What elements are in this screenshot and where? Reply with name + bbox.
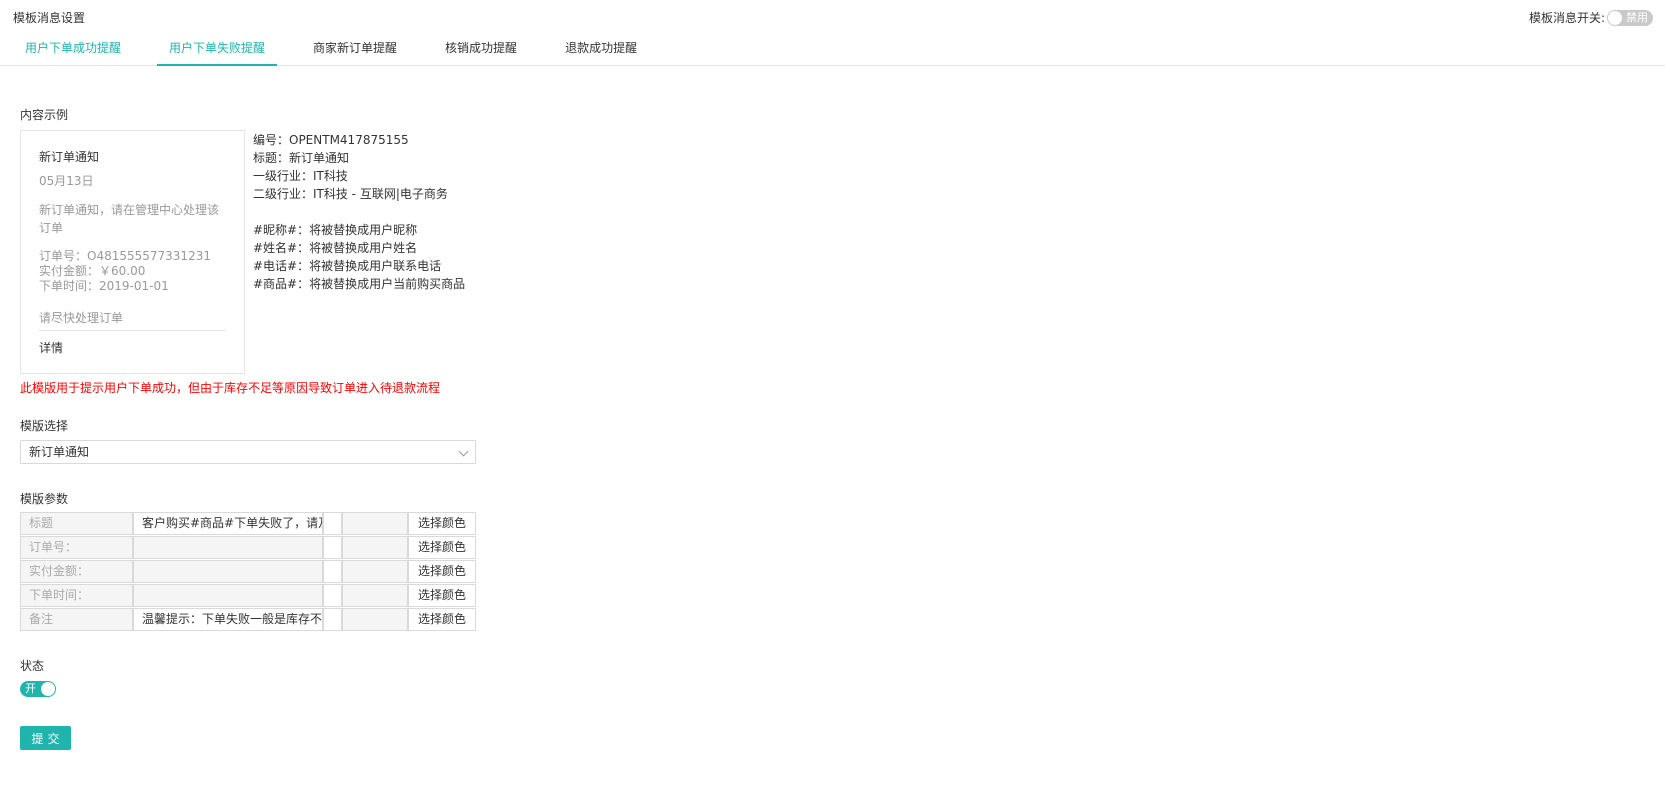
status-label: 状态 — [20, 659, 45, 673]
color-hex-input[interactable] — [342, 584, 408, 607]
card-order-no: 订单号：O481555577331231 — [39, 249, 211, 263]
status-toggle[interactable]: 开 — [20, 681, 56, 697]
param-key: 实付金额： — [20, 560, 133, 583]
pick-color-button[interactable]: 选择颜色 — [408, 584, 476, 607]
submit-button[interactable]: 提交 — [20, 726, 71, 750]
color-hex-input[interactable] — [342, 536, 408, 559]
card-title: 新订单通知 — [39, 150, 100, 164]
color-hex-input[interactable] — [342, 560, 408, 583]
color-swatch[interactable] — [323, 536, 342, 559]
color-swatch[interactable] — [323, 560, 342, 583]
param-key: 标题 — [20, 512, 133, 535]
pick-color-button[interactable]: 选择颜色 — [408, 608, 476, 631]
param-value-input[interactable] — [133, 560, 323, 583]
toggle-state-text: 禁用 — [1626, 10, 1648, 24]
info-title: 标题：新订单通知 — [253, 151, 350, 165]
info-industry-2: 二级行业：IT科技 - 互联网|电子商务 — [253, 187, 448, 201]
info-var-phone: #电话#：将被替换成用户联系电话 — [253, 259, 442, 273]
pick-color-button[interactable]: 选择颜色 — [408, 560, 476, 583]
master-switch-toggle[interactable]: 禁用 — [1607, 9, 1653, 26]
color-swatch[interactable] — [323, 512, 342, 535]
card-fields: 订单号：O481555577331231 实付金额：￥60.00 下单时间：20… — [39, 249, 211, 294]
color-hex-input[interactable] — [342, 512, 408, 535]
master-switch-label: 模板消息开关: — [1528, 11, 1605, 25]
tab-verify-success[interactable]: 核销成功提醒 — [433, 34, 529, 66]
template-select-value: 新订单通知 — [29, 445, 90, 459]
color-swatch[interactable] — [323, 608, 342, 631]
info-var-name: #姓名#：将被替换成用户姓名 — [253, 241, 418, 255]
template-select[interactable]: 新订单通知 — [20, 440, 476, 464]
card-remark: 请尽快处理订单 — [39, 311, 124, 325]
pick-color-button[interactable]: 选择颜色 — [408, 536, 476, 559]
info-var-goods: #商品#：将被替换成用户当前购买商品 — [253, 277, 466, 291]
top-bar: 模板消息设置 模板消息开关: 禁用 用户下单成功提醒 用户下单失败提醒 商家新订… — [0, 0, 1665, 66]
color-swatch[interactable] — [323, 584, 342, 607]
tab-refund-success[interactable]: 退款成功提醒 — [553, 34, 649, 66]
info-var-nickname: #昵称#：将被替换成用户昵称 — [253, 223, 418, 237]
tab-order-failure[interactable]: 用户下单失败提醒 — [157, 34, 278, 66]
template-select-label: 模版选择 — [20, 419, 69, 433]
card-order-time: 下单时间：2019-01-01 — [39, 279, 169, 293]
tab-merchant-new-order[interactable]: 商家新订单提醒 — [301, 34, 409, 66]
param-key: 下单时间： — [20, 584, 133, 607]
template-warning: 此模版用于提示用户下单成功，但由于库存不足等原因导致订单进入待退款流程 — [20, 381, 441, 395]
tab-order-success[interactable]: 用户下单成功提醒 — [13, 34, 133, 66]
info-code: 编号：OPENTM417875155 — [253, 133, 409, 147]
card-amount: 实付金额：￥60.00 — [39, 264, 146, 278]
toggle-knob — [1608, 10, 1622, 25]
param-key: 订单号： — [20, 536, 133, 559]
info-industry-1: 一级行业：IT科技 — [253, 169, 348, 183]
sample-message-card: 新订单通知 05月13日 新订单通知，请在管理中心处理该订单 订单号：O4815… — [20, 130, 245, 374]
param-key: 备注 — [20, 608, 133, 631]
sample-section-label: 内容示例 — [20, 108, 69, 122]
chevron-down-icon — [458, 446, 469, 457]
params-label: 模版参数 — [20, 492, 69, 506]
param-value-input[interactable] — [133, 536, 323, 559]
card-detail-link: 详情 — [39, 341, 64, 355]
param-value-input[interactable]: 温馨提示：下单失败一般是库存不足 — [133, 608, 323, 631]
pick-color-button[interactable]: 选择颜色 — [408, 512, 476, 535]
param-value-input[interactable] — [133, 584, 323, 607]
template-info: 编号：OPENTM417875155 标题：新订单通知 一级行业：IT科技 二级… — [253, 131, 465, 293]
toggle-state-text: 开 — [25, 682, 36, 695]
color-hex-input[interactable] — [342, 608, 408, 631]
master-switch-group: 模板消息开关: 禁用 — [1529, 9, 1653, 26]
param-value-input[interactable]: 客户购买#商品#下单失败了，请及 — [133, 512, 323, 535]
card-description: 新订单通知，请在管理中心处理该订单 — [39, 203, 220, 235]
card-date: 05月13日 — [39, 174, 94, 188]
page-title: 模板消息设置 — [13, 11, 86, 25]
card-divider — [39, 330, 226, 331]
toggle-knob — [41, 682, 55, 696]
tab-bar: 用户下单成功提醒 用户下单失败提醒 商家新订单提醒 核销成功提醒 退款成功提醒 — [13, 34, 673, 66]
